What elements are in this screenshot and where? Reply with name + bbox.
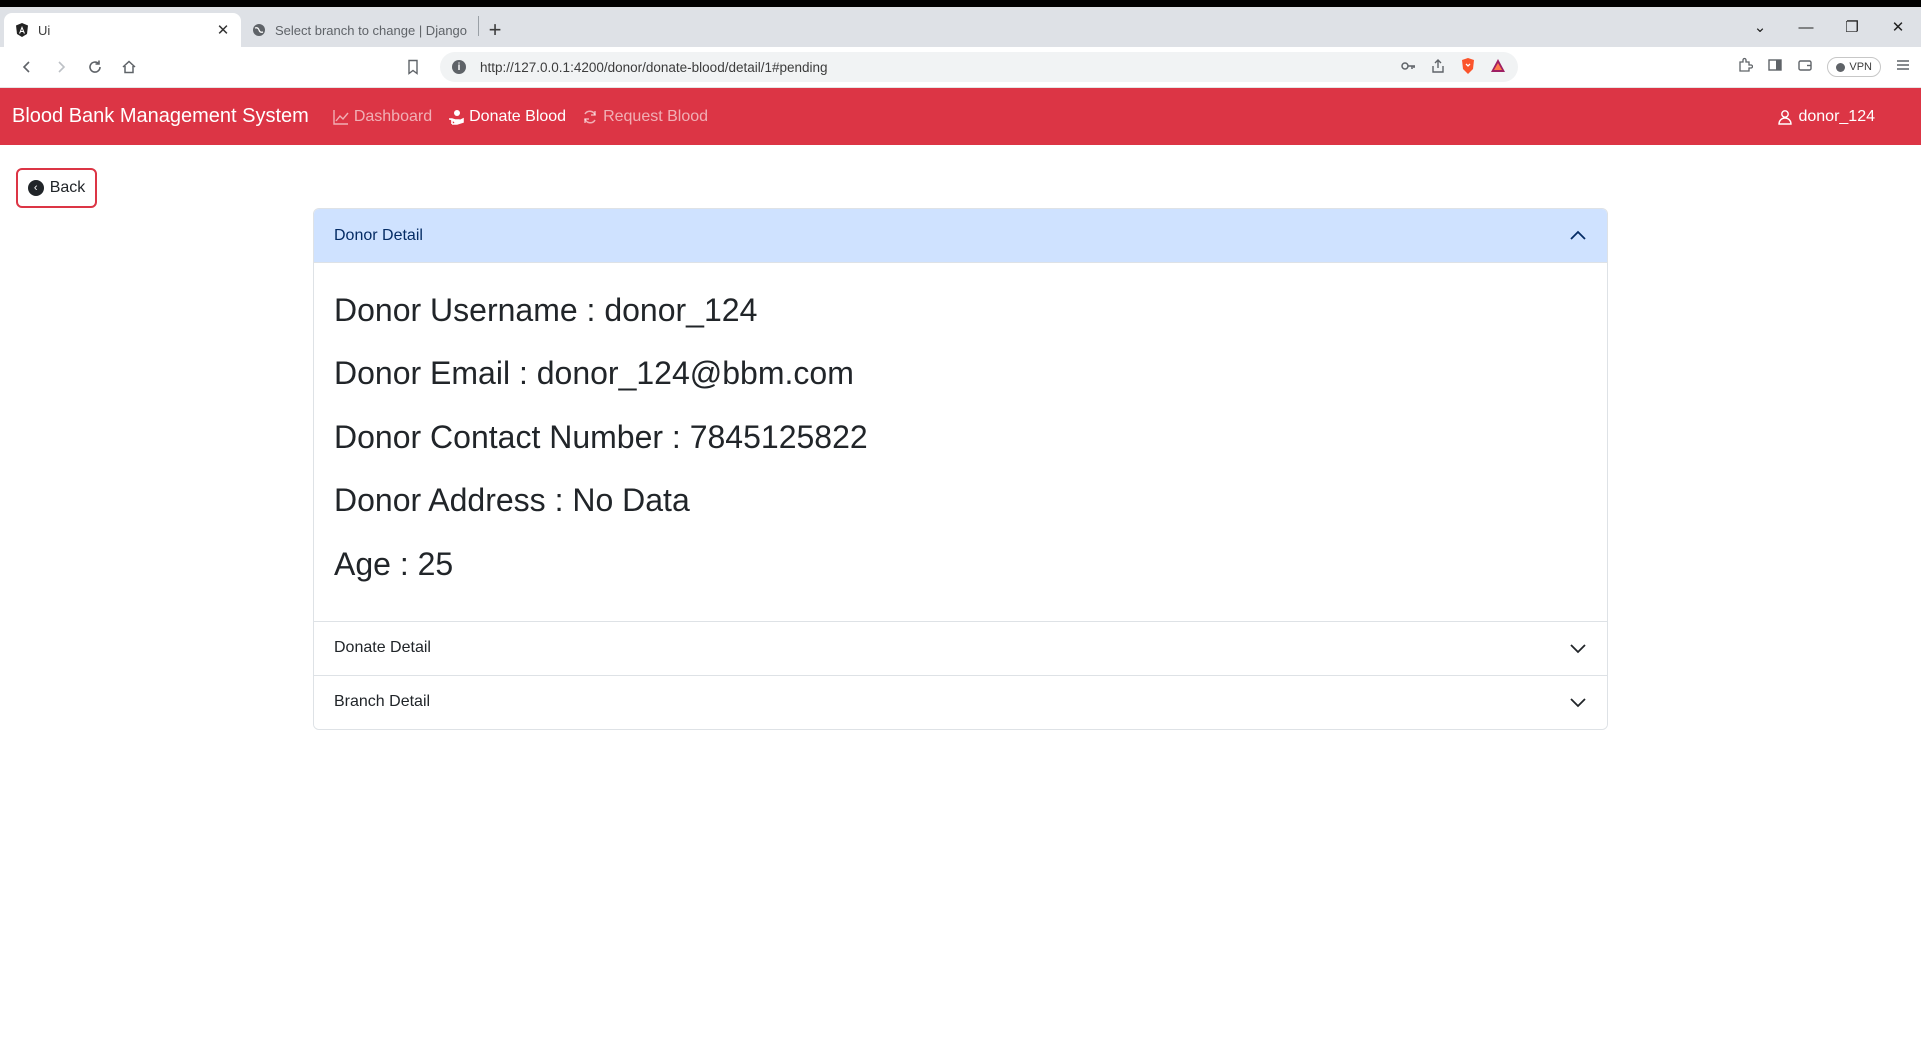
accordion-header-branch-detail[interactable]: Branch Detail: [314, 675, 1607, 729]
key-icon[interactable]: [1400, 58, 1416, 77]
forward-arrow-icon[interactable]: [44, 50, 78, 84]
sidebar-icon[interactable]: [1767, 57, 1783, 78]
accordion-title: Donate Detail: [334, 639, 431, 657]
new-tab-button[interactable]: +: [479, 13, 511, 47]
tab-title: Ui: [38, 22, 51, 38]
angular-icon: [14, 22, 30, 38]
detail-accordion: Donor Detail Donor Username : donor_124 …: [313, 208, 1608, 730]
accordion-title: Donor Detail: [334, 226, 423, 244]
wallet-icon[interactable]: [1797, 57, 1813, 78]
bookmark-icon[interactable]: [396, 50, 430, 84]
vpn-button[interactable]: VPN: [1827, 57, 1881, 77]
tab-ui[interactable]: Ui ✕: [4, 13, 241, 47]
accordion-body-donor-detail: Donor Username : donor_124 Donor Email :…: [314, 262, 1607, 621]
window-controls: ⌄ — ❐ ✕: [1737, 7, 1921, 47]
extensions-icon[interactable]: [1737, 57, 1754, 78]
globe-icon: [251, 22, 267, 38]
nav-dashboard[interactable]: Dashboard: [333, 108, 432, 126]
accordion-title: Branch Detail: [334, 693, 431, 711]
chevron-left-circle-icon: ‹: [27, 180, 44, 196]
brave-rewards-icon[interactable]: [1490, 58, 1506, 77]
close-icon[interactable]: ✕: [215, 21, 231, 39]
tab-search-icon[interactable]: ⌄: [1737, 7, 1783, 47]
chevron-up-icon: [1570, 230, 1586, 240]
nav-label: Donate Blood: [469, 107, 567, 125]
chevron-down-icon: [1570, 698, 1586, 708]
app-navbar: Blood Bank Management System Dashboard D…: [0, 88, 1921, 145]
refresh-icon: [584, 109, 596, 124]
info-icon[interactable]: i: [452, 60, 466, 74]
browser-toolbar: i http://127.0.0.1:4200/donor/donate-blo…: [0, 47, 1921, 88]
vpn-label: VPN: [1849, 61, 1872, 73]
reload-icon[interactable]: [78, 50, 112, 84]
user-icon: [1778, 109, 1793, 125]
accordion-header-donate-detail[interactable]: Donate Detail: [314, 621, 1607, 675]
chevron-down-icon: [1570, 644, 1586, 654]
url-text: http://127.0.0.1:4200/donor/donate-blood…: [480, 59, 828, 75]
back-label: Back: [49, 179, 86, 196]
browser-actions: VPN: [1737, 57, 1911, 78]
tab-strip: Ui ✕ Select branch to change | Django si…: [0, 7, 1921, 47]
vpn-status-icon: [1836, 62, 1846, 72]
restore-button[interactable]: ❐: [1829, 7, 1875, 47]
username: donor_124: [1798, 107, 1875, 125]
back-arrow-icon[interactable]: [10, 50, 44, 84]
nav-request-blood[interactable]: Request Blood: [582, 108, 708, 126]
user-menu[interactable]: donor_124: [1777, 108, 1875, 126]
address-bar[interactable]: i http://127.0.0.1:4200/donor/donate-blo…: [440, 52, 1518, 82]
donor-address: Donor Address : No Data: [334, 482, 690, 519]
close-window-button[interactable]: ✕: [1875, 7, 1921, 47]
accordion-item-donate: Donate Detail: [314, 620, 1607, 675]
accordion-item-branch: Branch Detail: [314, 674, 1607, 729]
nav-label: Dashboard: [353, 107, 433, 125]
donor-email: Donor Email : donor_124@bbm.com: [334, 355, 854, 392]
main-nav: Dashboard Donate Blood Request Blood: [333, 108, 708, 126]
accordion-header-donor-detail[interactable]: Donor Detail: [314, 209, 1607, 262]
menu-icon[interactable]: [1895, 57, 1911, 78]
donor-age: Age : 25: [334, 545, 454, 582]
nav-donate-blood[interactable]: Donate Blood: [448, 108, 566, 126]
app-brand[interactable]: Blood Bank Management System: [12, 105, 309, 128]
hand-holding-icon: [449, 109, 464, 125]
tab-django[interactable]: Select branch to change | Django site: [241, 13, 478, 47]
chart-line-icon: [333, 109, 349, 125]
home-icon[interactable]: [112, 50, 146, 84]
share-icon[interactable]: [1430, 58, 1446, 77]
accordion-item-donor: Donor Detail Donor Username : donor_124 …: [314, 209, 1607, 621]
donor-contact-number: Donor Contact Number : 7845125822: [334, 418, 868, 455]
brave-shield-icon[interactable]: [1460, 57, 1476, 78]
window-top-strip: [0, 0, 1921, 7]
donor-username: Donor Username : donor_124: [334, 292, 758, 328]
nav-label: Request Blood: [603, 107, 709, 125]
tab-title: Select branch to change | Django site: [275, 22, 468, 38]
minimize-button[interactable]: —: [1783, 7, 1829, 47]
back-button[interactable]: ‹ Back: [16, 168, 97, 208]
